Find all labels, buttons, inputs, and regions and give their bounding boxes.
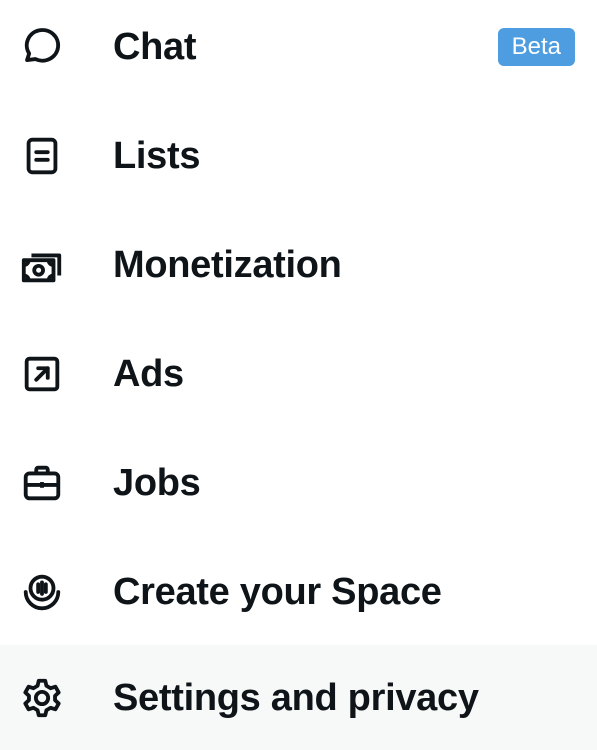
gear-icon <box>18 674 66 722</box>
menu-item-label: Lists <box>113 134 201 177</box>
menu-item-label: Create your Space <box>113 570 442 613</box>
menu-item-monetization[interactable]: Monetization <box>0 210 597 319</box>
external-arrow-icon <box>18 350 66 398</box>
microphone-icon <box>18 568 66 616</box>
menu-item-chat[interactable]: Chat Beta <box>0 0 597 101</box>
menu-item-jobs[interactable]: Jobs <box>0 428 597 537</box>
menu-item-label: Monetization <box>113 243 342 286</box>
menu-item-lists[interactable]: Lists <box>0 101 597 210</box>
list-document-icon <box>18 132 66 180</box>
menu-item-label: Ads <box>113 352 184 395</box>
menu-item-ads[interactable]: Ads <box>0 319 597 428</box>
menu-item-settings-privacy[interactable]: Settings and privacy <box>0 645 597 750</box>
menu-item-label: Jobs <box>113 461 201 504</box>
navigation-menu: Chat Beta Lists Monetization Ads Jobs Cr… <box>0 0 597 750</box>
money-icon <box>18 241 66 289</box>
briefcase-icon <box>18 459 66 507</box>
menu-item-create-space[interactable]: Create your Space <box>0 537 597 646</box>
beta-badge: Beta <box>497 27 575 66</box>
menu-item-label: Settings and privacy <box>113 676 479 719</box>
menu-item-label: Chat <box>113 25 197 68</box>
chat-bubble-icon <box>18 23 66 71</box>
